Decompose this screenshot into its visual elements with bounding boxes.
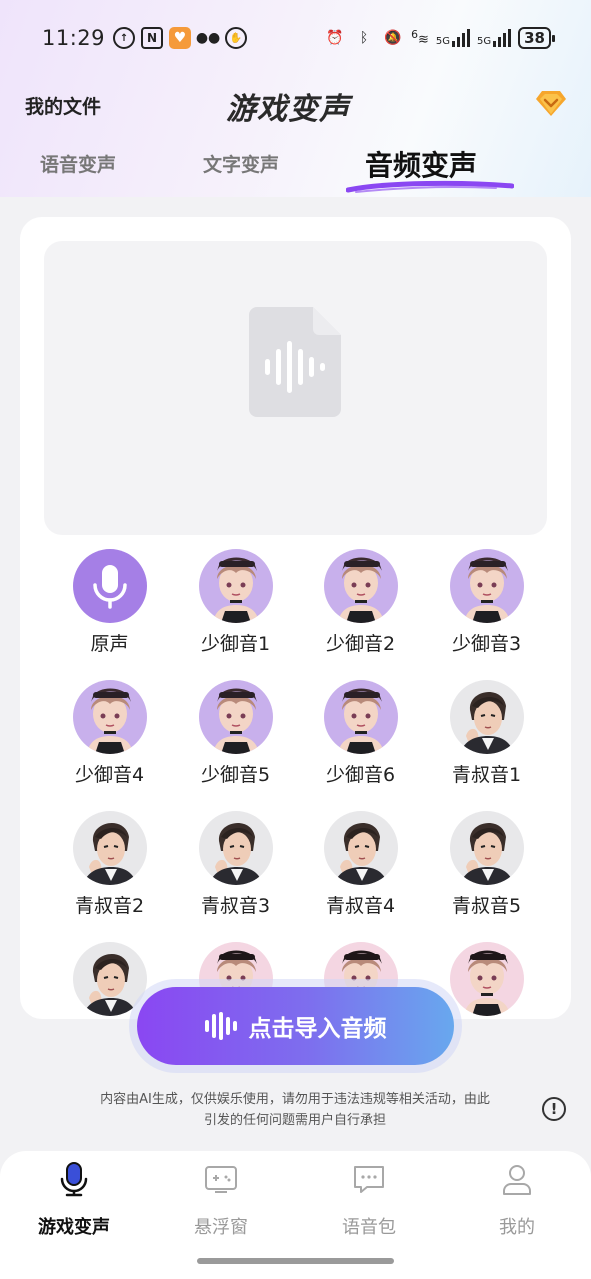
wifi-icon: 6≋ bbox=[411, 28, 429, 48]
voice-avatar bbox=[198, 811, 273, 885]
voice-avatar bbox=[198, 549, 273, 623]
nav-voice-pack[interactable]: 语音包 bbox=[314, 1161, 424, 1239]
active-tab-underline bbox=[346, 180, 514, 193]
nav-profile[interactable]: 我的 bbox=[462, 1161, 572, 1239]
voice-option[interactable]: 青叔音5 bbox=[424, 811, 549, 918]
voice-option-label: 少御音1 bbox=[200, 633, 271, 655]
voice-option[interactable]: 少御音1 bbox=[173, 549, 298, 656]
voice-option[interactable]: 青叔音2 bbox=[47, 811, 172, 918]
voice-option-label: 青叔音4 bbox=[325, 895, 396, 917]
voice-option-label: 原声 bbox=[90, 633, 129, 655]
voice-option[interactable]: 少御音3 bbox=[424, 549, 549, 656]
my-files-link[interactable]: 我的文件 bbox=[25, 92, 101, 119]
voice-avatar bbox=[449, 680, 524, 754]
vip-diamond-icon[interactable] bbox=[534, 88, 568, 118]
nav-game-voice[interactable]: 游戏变声 bbox=[19, 1161, 129, 1239]
voice-avatar bbox=[72, 811, 147, 885]
status-bar: 11:29 ↑ N ♥ ●● ✋ ⏰ ᛒ 🔕 6≋ 5G 5G 38 bbox=[0, 0, 591, 76]
hand-icon: ✋ bbox=[225, 27, 248, 49]
person-icon bbox=[503, 1165, 531, 1195]
tab-text-change[interactable]: 文字变声 bbox=[203, 150, 279, 177]
voice-avatar bbox=[323, 811, 398, 885]
voice-avatar bbox=[449, 811, 524, 885]
gamepad-icon bbox=[205, 1166, 237, 1193]
voice-option-label: 少御音6 bbox=[325, 764, 396, 786]
nfc-icon: N bbox=[141, 27, 164, 49]
signal-icon-2: 5G bbox=[477, 29, 512, 47]
voice-option[interactable]: 少御音2 bbox=[298, 549, 423, 656]
voice-option[interactable]: 少御音6 bbox=[298, 680, 423, 787]
microphone-avatar-icon bbox=[72, 549, 147, 623]
mode-tabs: 语音变声 文字变声 音频变声 bbox=[0, 149, 591, 197]
alarm-icon: ⏰ bbox=[326, 30, 344, 46]
voice-option[interactable]: 青叔音4 bbox=[298, 811, 423, 918]
mute-bell-icon: 🔕 bbox=[384, 30, 402, 46]
voice-avatar bbox=[72, 680, 147, 754]
voice-option[interactable]: 少御音4 bbox=[47, 680, 172, 787]
info-icon[interactable]: ! bbox=[542, 1097, 566, 1121]
app-header: 我的文件 游戏变声 bbox=[0, 76, 591, 136]
audio-file-icon bbox=[249, 307, 341, 417]
voice-option[interactable]: 青叔音3 bbox=[173, 811, 298, 918]
chat-bubble-icon bbox=[354, 1166, 384, 1193]
voice-avatar bbox=[449, 549, 524, 623]
voice-option[interactable]: 少御音5 bbox=[173, 680, 298, 787]
status-time: 11:29 bbox=[42, 26, 106, 50]
voice-avatar bbox=[198, 680, 273, 754]
bluetooth-icon: ᛒ bbox=[359, 30, 369, 46]
import-audio-label: 点击导入音频 bbox=[248, 1016, 387, 1042]
voice-option-label: 青叔音3 bbox=[200, 895, 271, 917]
bottom-navigation: 游戏变声 悬浮窗 语音包 我的 bbox=[0, 1151, 591, 1246]
home-indicator[interactable] bbox=[197, 1258, 394, 1264]
voice-option[interactable]: 原声 bbox=[47, 549, 172, 656]
voice-avatar bbox=[323, 549, 398, 623]
ai-disclaimer: 内容由AI生成，仅供娱乐使用，请勿用于违法违规等相关活动，由此 引发的任何问题需… bbox=[100, 1092, 490, 1128]
tab-audio-change[interactable]: 音频变声 bbox=[365, 144, 477, 184]
battery-indicator: 38 bbox=[518, 27, 555, 49]
sound-wave-icon bbox=[204, 1012, 237, 1040]
voice-avatar bbox=[323, 680, 398, 754]
gesture-area bbox=[0, 1246, 591, 1279]
voice-avatar bbox=[449, 942, 524, 1016]
voice-option-label: 青叔音2 bbox=[74, 895, 145, 917]
app-title: 游戏变声 bbox=[226, 92, 350, 127]
voice-option-label: 少御音3 bbox=[451, 633, 522, 655]
voice-option-label: 青叔音5 bbox=[451, 895, 522, 917]
data-saver-icon: ↑ bbox=[113, 27, 136, 49]
signal-icon-1: 5G bbox=[436, 29, 470, 47]
voice-option-label: 少御音5 bbox=[200, 764, 271, 786]
nav-floating-window[interactable]: 悬浮窗 bbox=[166, 1161, 276, 1239]
audio-preview-area[interactable] bbox=[44, 241, 547, 535]
import-audio-button[interactable]: 点击导入音频 bbox=[137, 987, 454, 1065]
voice-option-label: 少御音2 bbox=[325, 633, 396, 655]
tab-voice-change[interactable]: 语音变声 bbox=[40, 150, 116, 177]
voice-option-label: 少御音4 bbox=[74, 764, 145, 786]
app-notification-icon: ♥ bbox=[169, 27, 192, 49]
voice-avatar bbox=[72, 942, 147, 1016]
wechat-icon: ●● bbox=[195, 30, 221, 46]
voice-option[interactable]: 青叔音1 bbox=[424, 680, 549, 787]
voice-card: 原声 少御音1 少御音2 少御音3 少御音4 少御音5 少御音6 青叔音1 青叔… bbox=[20, 217, 571, 1019]
voice-option-label: 青叔音1 bbox=[451, 764, 522, 786]
microphone-icon bbox=[60, 1162, 88, 1197]
